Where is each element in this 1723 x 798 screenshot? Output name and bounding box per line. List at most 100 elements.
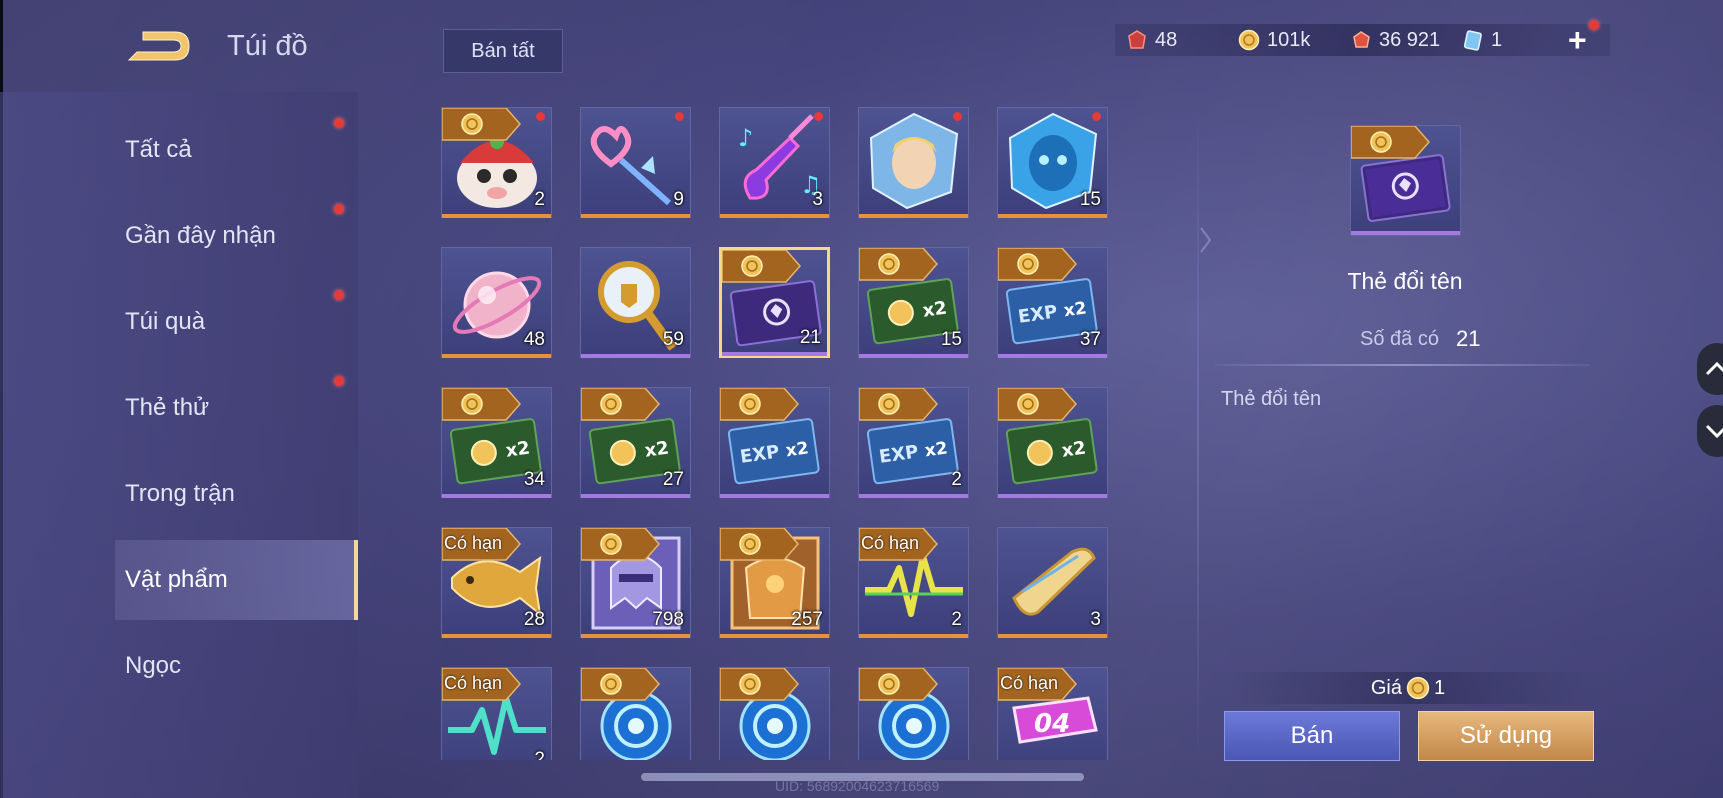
rarity-bar: [581, 354, 690, 358]
item-count: 798: [652, 609, 684, 630]
currency-gold-coin: 101k: [1238, 24, 1310, 56]
item-count: 15: [940, 329, 962, 350]
plus-icon: +: [1568, 22, 1587, 58]
currency-red-gem: 36 921: [1350, 24, 1440, 56]
item-count: 21: [799, 327, 821, 348]
svg-text:x2: x2: [921, 297, 948, 321]
blue-voucher-icon: [1462, 29, 1484, 51]
price-value: 1: [1434, 676, 1446, 699]
sidebar-item[interactable]: Tất cả: [115, 110, 358, 190]
rarity-bar: [859, 354, 968, 358]
gold-card-x2-icon: x2: [998, 388, 1098, 485]
inventory-item-exp-card-x2[interactable]: EXP x2: [719, 387, 830, 498]
item-count: 2: [534, 189, 545, 210]
scroll-down-button[interactable]: [1697, 405, 1723, 457]
inventory-item-helmet[interactable]: 798: [580, 527, 691, 638]
svg-text:x2: x2: [785, 438, 810, 461]
rarity-bar: [998, 494, 1107, 498]
rarity-bar: [581, 494, 690, 498]
user-id: UID: 56892004623716569: [775, 778, 940, 794]
inventory-item-gold-card-x2[interactable]: x2 15: [858, 247, 969, 358]
svg-text:x2: x2: [1063, 298, 1088, 321]
inventory-item-scroll-map[interactable]: 3: [997, 527, 1108, 638]
inventory-item-blue-portal[interactable]: [580, 667, 691, 760]
inventory-item-hero-crystal[interactable]: [858, 107, 969, 218]
selected-item-icon: [1350, 125, 1461, 236]
item-description: Thẻ đổi tên: [1221, 388, 1322, 410]
rarity-bar: [442, 354, 551, 358]
rarity-bar: [859, 214, 968, 218]
inventory-item-cyan-pulse[interactable]: Có hạn 2: [441, 667, 552, 760]
item-count: 2: [951, 469, 962, 490]
item-count: 37: [1079, 329, 1101, 350]
item-count: 27: [662, 469, 684, 490]
gold-coin-icon: [1238, 29, 1260, 51]
item-count: 2: [951, 609, 962, 630]
sidebar-item[interactable]: Ngọc: [115, 626, 358, 706]
notification-dot: [814, 112, 823, 121]
sidebar-item[interactable]: Thẻ thử: [115, 368, 358, 448]
rarity-bar: [581, 634, 690, 638]
inventory-item-gold-card-x2[interactable]: x2: [997, 387, 1108, 498]
sidebar-item[interactable]: Gần đây nhận: [115, 196, 358, 276]
notification-dot: [1092, 112, 1101, 121]
limited-tag: Có hạn: [861, 533, 920, 553]
inventory-item-golden-mirror[interactable]: 59: [580, 247, 691, 358]
svg-text:x2: x2: [504, 437, 531, 461]
gold-coin-icon: [1406, 676, 1430, 700]
blue-portal-icon: [581, 668, 672, 760]
item-count: 48: [523, 329, 545, 350]
limited-tag: Có hạn: [444, 673, 503, 693]
item-count: 2: [534, 749, 545, 760]
rarity-bar: [859, 494, 968, 498]
inventory-item-golden-fish[interactable]: Có hạn 28: [441, 527, 552, 638]
chevron-up-icon: [1705, 361, 1723, 376]
back-button[interactable]: [125, 26, 195, 66]
inventory-item-gold-card-x2[interactable]: x2 34: [441, 387, 552, 498]
notification-dot: [334, 376, 344, 386]
inventory-item-exp-card-x2[interactable]: EXP x2 2: [858, 387, 969, 498]
currency-value: 36 921: [1379, 28, 1441, 51]
inventory-item-exp-card-x2[interactable]: EXP x2 37: [997, 247, 1108, 358]
inventory-item-pink-orb[interactable]: 48: [441, 247, 552, 358]
item-count: 257: [791, 609, 823, 630]
sell-button[interactable]: Bán: [1224, 711, 1400, 761]
inventory-item-golden-armor[interactable]: 257: [719, 527, 830, 638]
rarity-bar: [442, 634, 551, 638]
item-grid: 2 9 ♪ ♫ 3 15 48 59 21 x2 15 EXP x2 37 x2 34 x2 27 EXP x2 EXP…: [440, 100, 1110, 760]
currency-blue-voucher: 1: [1462, 24, 1502, 56]
rarity-bar: [720, 494, 829, 498]
price-label: Giá: [1370, 676, 1402, 699]
inventory-item-blue-portal[interactable]: [858, 667, 969, 760]
sidebar-item[interactable]: Trong trận: [115, 454, 358, 534]
item-count: 34: [523, 469, 545, 490]
inventory-item-blue-portal[interactable]: [719, 667, 830, 760]
sidebar-item[interactable]: Vật phẩm: [115, 540, 358, 620]
selected-item-name: Thẻ đổi tên: [1347, 268, 1463, 294]
page-title: Túi đồ: [227, 30, 308, 62]
inventory-item-yellow-pulse[interactable]: Có hạn 2: [858, 527, 969, 638]
inventory-item-pink-04-badge[interactable]: 04 Có hạn: [997, 667, 1108, 760]
inventory-item-guitar[interactable]: ♪ ♫ 3: [719, 107, 830, 218]
use-button[interactable]: Sử dụng: [1418, 711, 1594, 761]
inventory-item-gold-card-x2[interactable]: x2 27: [580, 387, 691, 498]
inventory-item-rename-card[interactable]: 21: [719, 247, 830, 358]
scroll-up-button[interactable]: [1697, 343, 1723, 395]
sidebar-item-label: Tất cả: [125, 136, 192, 163]
panel-divider: [1197, 105, 1199, 765]
rarity-bar: [581, 214, 690, 218]
rarity-bar: [998, 214, 1107, 218]
sidebar-item-label: Túi quà: [125, 308, 206, 335]
inventory-item-lion-dance[interactable]: 2: [441, 107, 552, 218]
rarity-bar: [720, 634, 829, 638]
inventory-item-heart-wand[interactable]: 9: [580, 107, 691, 218]
rarity-bar: [720, 214, 829, 218]
sell-all-button[interactable]: Bán tất: [443, 29, 563, 73]
limited-tag: Có hạn: [444, 533, 503, 553]
notification-dot: [334, 204, 344, 214]
svg-text:♪: ♪: [738, 124, 753, 152]
currency-value: 48: [1155, 28, 1178, 51]
inventory-item-blue-crystal[interactable]: 15: [997, 107, 1108, 218]
sidebar-item[interactable]: Túi quà: [115, 282, 358, 362]
owned-count-value: 21: [1456, 326, 1481, 351]
